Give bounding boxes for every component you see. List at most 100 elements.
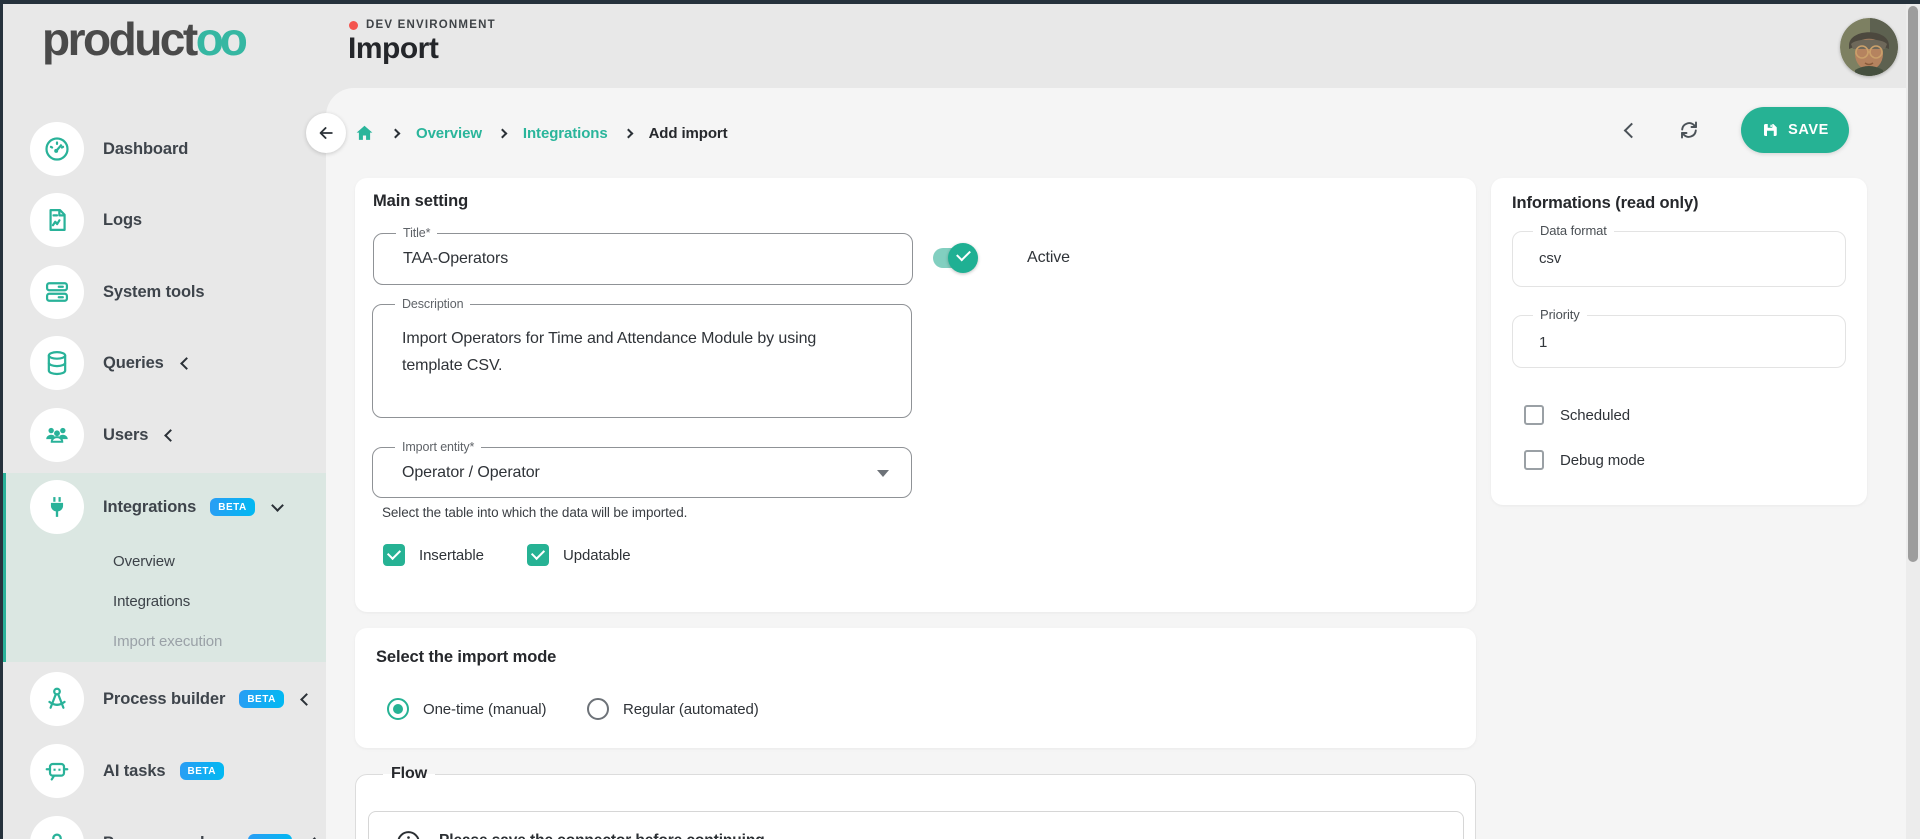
flow-title: Flow [383,765,435,783]
insertable-label: Insertable [419,547,484,564]
updatable-checkbox[interactable] [527,544,549,566]
sidebar-item-process-workers[interactable]: Process workers BETA [0,816,326,839]
env-label: DEV ENVIRONMENT [366,19,496,31]
floppy-icon [1761,121,1779,139]
back-button[interactable] [306,113,346,153]
sidebar-item-users[interactable]: Users [0,408,326,462]
server-icon [30,265,84,319]
beta-badge: BETA [248,834,292,839]
data-format-label: Data format [1533,223,1614,238]
flow-section: Flow Please save the connector before co… [355,765,1476,839]
environment-indicator: DEV ENVIRONMENT [349,19,496,31]
plug-icon [30,480,84,534]
flow-notice-text: Please save the connector before continu… [439,832,765,839]
collapse-panel-icon[interactable] [1624,122,1640,138]
flow-notice: Please save the connector before continu… [368,811,1464,839]
insertable-checkbox[interactable] [383,544,405,566]
regular-label: Regular (automated) [623,701,759,718]
logo-text-product: product [42,13,196,65]
sidebar-item-label: Queries [103,354,164,373]
active-toggle-label: Active [1027,249,1070,267]
sidebar-subitem-integrations[interactable]: Integrations [0,581,326,621]
toggle-thumb-check-icon [948,243,978,273]
chevron-left-icon [300,693,313,706]
window-frame-left [0,0,3,839]
dropdown-caret-icon [877,470,889,477]
breadcrumb-separator-icon [623,128,633,138]
beta-badge: BETA [210,498,254,516]
chevron-left-icon [180,357,193,370]
import-entity-select[interactable]: Import entity* Operator / Operator [372,447,912,498]
description-field[interactable]: Description Import Operators for Time an… [372,304,912,418]
entity-helper-text: Select the table into which the data wil… [382,505,687,520]
avatar-image [1840,18,1898,76]
sidebar-item-logs[interactable]: Logs [0,193,326,247]
debug-checkbox[interactable] [1524,450,1544,470]
debug-checkbox-row: Debug mode [1524,450,1645,470]
entity-field-value: Operator / Operator [402,464,540,482]
one-time-option: One-time (manual) [387,698,546,720]
one-time-label: One-time (manual) [423,701,546,718]
card-title: Informations (read only) [1512,194,1698,213]
app-header: productoo DEV ENVIRONMENT Import [0,4,1920,88]
sidebar-item-label: Integrations [103,498,196,517]
person-icon [30,816,84,839]
app-logo[interactable]: productoo [42,12,244,66]
info-icon [395,829,422,839]
main-setting-card: Main setting Title* TAA-Operators Active… [355,178,1476,612]
breadcrumb-link-overview[interactable]: Overview [416,125,482,142]
description-field-value[interactable]: Import Operators for Time and Attendance… [402,325,834,379]
breadcrumb-link-integrations[interactable]: Integrations [523,125,608,142]
users-icon [30,408,84,462]
title-field-value[interactable]: TAA-Operators [403,250,508,268]
gauge-icon [30,122,84,176]
sidebar-item-process-builder[interactable]: Process builder BETA [0,672,326,726]
database-icon [30,336,84,390]
entity-field-label: Import entity* [395,440,481,454]
refresh-icon[interactable] [1677,118,1701,142]
scrollbar-thumb[interactable] [1908,6,1918,562]
sidebar-item-label: System tools [103,283,205,302]
sidebar-item-label: Process builder [103,690,225,709]
data-format-field: Data format csv [1512,231,1846,287]
home-icon[interactable] [354,123,375,144]
sidebar-item-label: AI tasks [103,762,166,781]
import-mode-card: Select the import mode One-time (manual)… [355,628,1476,748]
active-toggle[interactable]: Active [933,248,1070,268]
sidebar-item-dashboard[interactable]: Dashboard [0,122,326,176]
sidebar-item-queries[interactable]: Queries [0,336,326,390]
logo-text-oo: oo [196,13,244,65]
radio-unselected[interactable] [587,698,609,720]
save-button[interactable]: SAVE [1741,107,1849,153]
beta-badge: BETA [180,762,224,780]
breadcrumb-separator-icon [497,128,507,138]
insertable-checkbox-row: Insertable [383,544,484,566]
sidebar-item-integrations[interactable]: Integrations BETA [0,480,326,534]
sidebar-item-ai-tasks[interactable]: AI tasks BETA [0,744,326,798]
radio-selected[interactable] [387,698,409,720]
content-panel: Overview Integrations Add import SAVE Ma… [326,88,1920,839]
env-dot-icon [349,21,358,30]
compass-icon [30,672,84,726]
updatable-label: Updatable [563,547,631,564]
title-field-label: Title* [396,226,437,240]
chevron-down-icon [271,499,284,512]
description-field-label: Description [395,297,470,311]
scrollbar[interactable] [1906,4,1920,839]
sidebar-item-label: Dashboard [103,140,188,159]
save-button-label: SAVE [1788,122,1829,138]
avatar[interactable] [1840,18,1898,76]
robot-icon [30,744,84,798]
scheduled-checkbox[interactable] [1524,405,1544,425]
title-field[interactable]: Title* TAA-Operators [373,233,913,285]
sidebar-subitem-import-execution[interactable]: Import execution [0,621,326,661]
sidebar: Dashboard Logs System tools Queries User… [0,88,326,839]
regular-option: Regular (automated) [587,698,759,720]
priority-value: 1 [1539,334,1547,351]
beta-badge: BETA [239,690,283,708]
sidebar-item-label: Users [103,426,148,445]
priority-label: Priority [1533,307,1587,322]
sidebar-subitem-overview[interactable]: Overview [0,541,326,581]
page-title: Import [348,32,438,66]
sidebar-item-system-tools[interactable]: System tools [0,265,326,319]
